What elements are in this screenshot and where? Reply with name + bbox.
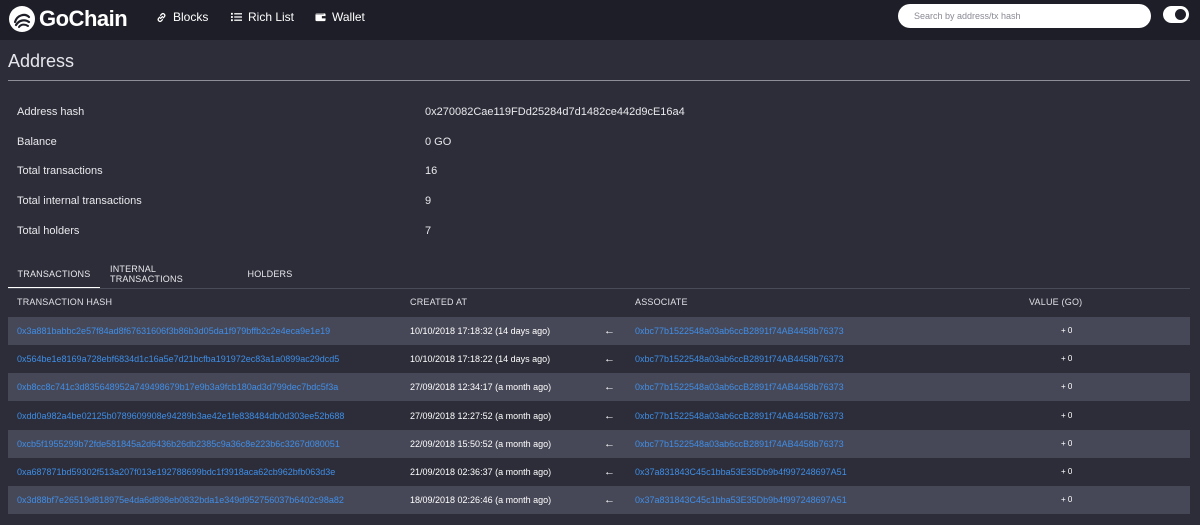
summary-value: 9 bbox=[425, 195, 432, 207]
table-row: 0xa687871bd59302f513a207f013e192788699bd… bbox=[8, 458, 1190, 486]
table-row: 0xdd0a982a4be02125b0789609908e94289b3ae4… bbox=[8, 402, 1190, 430]
associate-address-link[interactable]: 0xbc77b1522548a03ab6ccB2891f74AB4458b763… bbox=[635, 382, 844, 392]
top-navbar: GoChain Blocks Rich List Wallet bbox=[0, 0, 1200, 40]
arrow-left-icon: ← bbox=[604, 410, 615, 422]
page-title: Address bbox=[8, 51, 75, 71]
transaction-hash-link[interactable]: 0xb8cc8c741c3d835648952a749498679b17e9b3… bbox=[17, 382, 338, 392]
table-row: 0x3a881babbc2e57f84ad8f67631606f3b86b3d0… bbox=[8, 317, 1190, 345]
summary-value: 7 bbox=[425, 225, 432, 237]
tab-internal-transactions[interactable]: INTERNAL TRANSACTIONS bbox=[110, 262, 228, 286]
arrow-left-icon: ← bbox=[604, 494, 615, 506]
summary-label: Address hash bbox=[17, 106, 85, 118]
link-icon bbox=[157, 12, 166, 22]
brand[interactable]: GoChain bbox=[8, 5, 128, 33]
transaction-value: + 0 bbox=[1061, 326, 1073, 335]
column-header-created-at: CREATED AT bbox=[410, 297, 468, 307]
wallet-icon bbox=[315, 13, 326, 22]
associate-address-link[interactable]: 0xbc77b1522548a03ab6ccB2891f74AB4458b763… bbox=[635, 439, 844, 449]
theme-toggle[interactable] bbox=[1163, 6, 1189, 23]
list-icon bbox=[231, 12, 242, 22]
created-at: 22/09/2018 15:50:52 (a month ago) bbox=[410, 439, 552, 449]
transaction-value: + 0 bbox=[1061, 382, 1073, 391]
toggle-knob bbox=[1175, 9, 1186, 20]
column-header-value: VALUE (GO) bbox=[1029, 297, 1083, 307]
summary-label: Balance bbox=[17, 136, 57, 148]
summary-address-hash: Address hash 0x270082Cae119FDd25284d7d14… bbox=[17, 106, 817, 122]
created-at: 27/09/2018 12:27:52 (a month ago) bbox=[410, 411, 552, 421]
table-row: 0x564be1e8169a728ebf6834d1c16a5e7d21bcfb… bbox=[8, 345, 1190, 373]
transaction-hash-link[interactable]: 0xdd0a982a4be02125b0789609908e94289b3ae4… bbox=[17, 411, 344, 421]
transaction-value: + 0 bbox=[1061, 495, 1073, 504]
transaction-value: + 0 bbox=[1061, 354, 1073, 363]
arrow-left-icon: ← bbox=[604, 438, 615, 450]
search-input[interactable] bbox=[898, 4, 1151, 28]
summary-value: 0x270082Cae119FDd25284d7d1482ce442d9cE16… bbox=[425, 106, 685, 118]
tab-holders[interactable]: HOLDERS bbox=[244, 262, 296, 286]
created-at: 10/10/2018 17:18:22 (14 days ago) bbox=[410, 354, 551, 364]
summary-total-holders: Total holders 7 bbox=[17, 225, 817, 241]
column-header-associate: ASSOCIATE bbox=[635, 297, 688, 307]
created-at: 18/09/2018 02:26:46 (a month ago) bbox=[410, 495, 552, 505]
transaction-hash-link[interactable]: 0xa687871bd59302f513a207f013e192788699bd… bbox=[17, 467, 335, 477]
summary-balance: Balance 0 GO bbox=[17, 136, 817, 152]
transaction-value: + 0 bbox=[1061, 467, 1073, 476]
summary-label: Total holders bbox=[17, 225, 80, 237]
arrow-left-icon: ← bbox=[604, 466, 615, 478]
summary-label: Total internal transactions bbox=[17, 195, 142, 207]
associate-address-link[interactable]: 0x37a831843C45c1bba53E35Db9b4f997248697A… bbox=[635, 467, 847, 477]
arrow-left-icon: ← bbox=[604, 325, 615, 337]
column-header-transaction-hash: TRANSACTION HASH bbox=[17, 297, 113, 307]
created-at: 21/09/2018 02:36:37 (a month ago) bbox=[410, 467, 552, 477]
arrow-left-icon: ← bbox=[604, 381, 615, 393]
tab-transactions[interactable]: TRANSACTIONS bbox=[8, 262, 100, 289]
summary-label: Total transactions bbox=[17, 165, 103, 177]
associate-address-link[interactable]: 0xbc77b1522548a03ab6ccB2891f74AB4458b763… bbox=[635, 354, 844, 364]
summary-value: 0 GO bbox=[425, 136, 452, 148]
nav-rich-list[interactable]: Rich List bbox=[231, 0, 294, 34]
nav-blocks[interactable]: Blocks bbox=[156, 0, 208, 34]
nav-blocks-label: Blocks bbox=[173, 10, 209, 24]
summary-total-transactions: Total transactions 16 bbox=[17, 165, 817, 181]
gochain-logo-icon bbox=[9, 6, 35, 32]
nav-wallet-label: Wallet bbox=[332, 10, 365, 24]
nav-wallet[interactable]: Wallet bbox=[315, 0, 365, 34]
brand-name: GoChain bbox=[39, 6, 128, 31]
transaction-value: + 0 bbox=[1061, 439, 1073, 448]
transaction-hash-link[interactable]: 0x564be1e8169a728ebf6834d1c16a5e7d21bcfb… bbox=[17, 354, 339, 364]
summary-total-internal-transactions: Total internal transactions 9 bbox=[17, 195, 817, 211]
title-divider bbox=[8, 80, 1190, 81]
transaction-value: + 0 bbox=[1061, 411, 1073, 420]
table-row: 0x3d88bf7e26519d818975e4da6d898eb0832bda… bbox=[8, 486, 1190, 514]
associate-address-link[interactable]: 0xbc77b1522548a03ab6ccB2891f74AB4458b763… bbox=[635, 326, 844, 336]
tabs-divider bbox=[8, 288, 1190, 289]
associate-address-link[interactable]: 0x37a831843C45c1bba53E35Db9b4f997248697A… bbox=[635, 495, 847, 505]
table-row: 0xb8cc8c741c3d835648952a749498679b17e9b3… bbox=[8, 373, 1190, 401]
transaction-hash-link[interactable]: 0x3d88bf7e26519d818975e4da6d898eb0832bda… bbox=[17, 495, 344, 505]
associate-address-link[interactable]: 0xbc77b1522548a03ab6ccB2891f74AB4458b763… bbox=[635, 411, 844, 421]
transaction-hash-link[interactable]: 0x3a881babbc2e57f84ad8f67631606f3b86b3d0… bbox=[17, 326, 330, 336]
table-row: 0xcb5f1955299b72fde581845a2d6436b26db238… bbox=[8, 430, 1190, 458]
summary-value: 16 bbox=[425, 165, 438, 177]
arrow-left-icon: ← bbox=[604, 353, 615, 365]
created-at: 27/09/2018 12:34:17 (a month ago) bbox=[410, 382, 552, 392]
nav-rich-list-label: Rich List bbox=[248, 10, 295, 24]
created-at: 10/10/2018 17:18:32 (14 days ago) bbox=[410, 326, 551, 336]
transaction-hash-link[interactable]: 0xcb5f1955299b72fde581845a2d6436b26db238… bbox=[17, 439, 340, 449]
